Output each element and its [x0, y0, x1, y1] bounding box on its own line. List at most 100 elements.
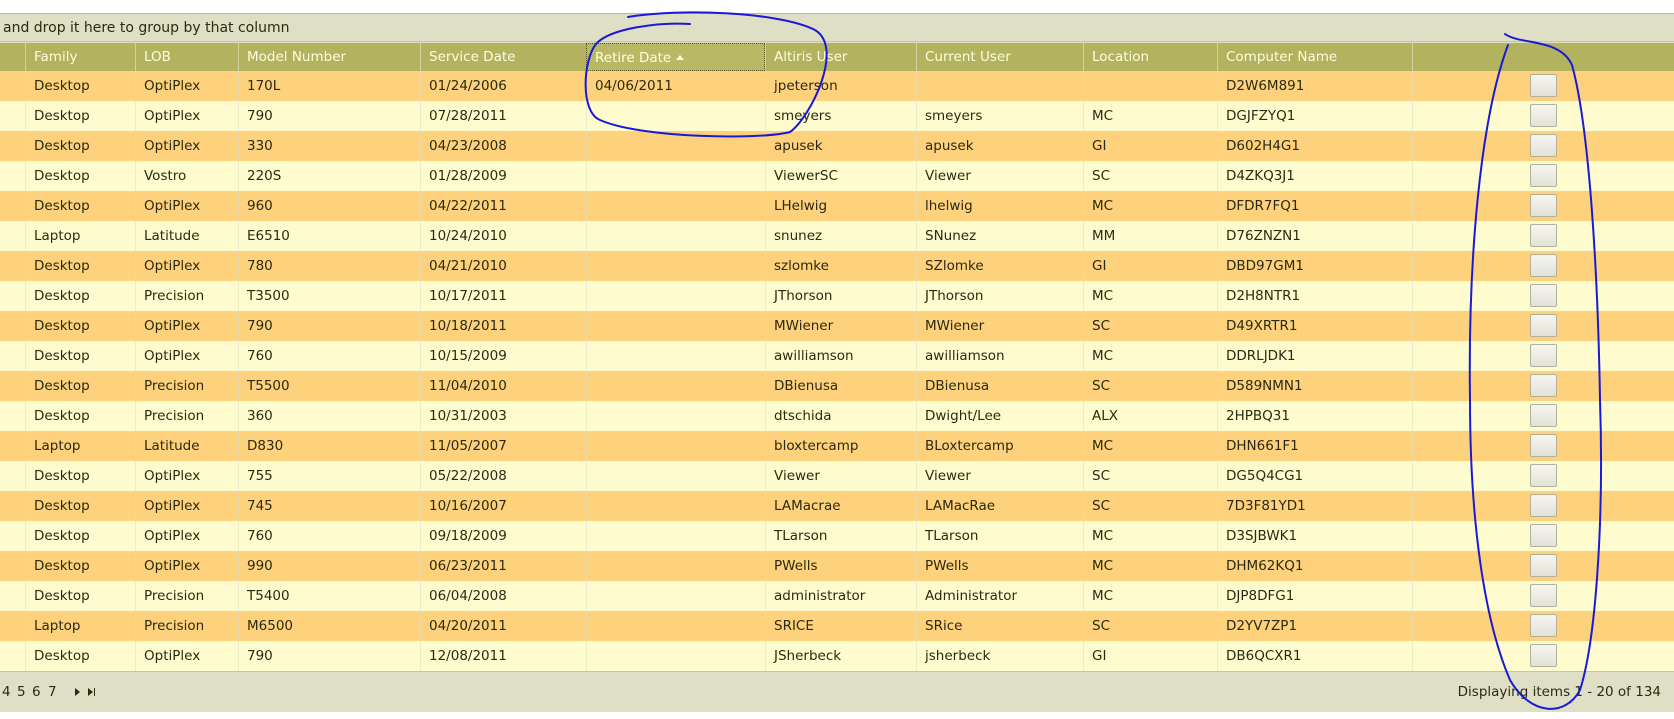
- cell-model-number: 760: [238, 521, 420, 551]
- column-header-service-date[interactable]: Service Date: [420, 43, 586, 71]
- cell-lob: Precision: [135, 581, 238, 611]
- row-select-checkbox[interactable]: [1530, 284, 1557, 307]
- table-row[interactable]: Desktop OptiPlex 760 09/18/2009 TLarson TLars…: [0, 521, 1674, 551]
- column-header-lob[interactable]: LOB: [135, 43, 238, 71]
- row-select-checkbox[interactable]: [1530, 194, 1557, 217]
- cell-altiris-user: bloxtercamp: [765, 431, 916, 461]
- cell-location: SC: [1083, 491, 1217, 521]
- row-select-checkbox[interactable]: [1530, 614, 1557, 637]
- table-row[interactable]: Desktop OptiPlex 960 04/22/2011 LHelwig lhelw…: [0, 191, 1674, 221]
- cell-family: Desktop: [25, 341, 135, 371]
- page-link[interactable]: 7: [48, 672, 57, 712]
- table-row[interactable]: Desktop Precision 360 10/31/2003 dtschida Dwi…: [0, 401, 1674, 431]
- page-link[interactable]: 5: [17, 672, 26, 712]
- cell-service-date: 05/22/2008: [420, 461, 586, 491]
- cell-service-date: 04/21/2010: [420, 251, 586, 281]
- row-select-checkbox[interactable]: [1530, 584, 1557, 607]
- cell-model-number: 990: [238, 551, 420, 581]
- cell-location: SC: [1083, 371, 1217, 401]
- cell-current-user: TLarson: [916, 521, 1083, 551]
- cell-service-date: 10/15/2009: [420, 341, 586, 371]
- table-row[interactable]: Desktop OptiPlex 790 07/28/2011 smeyers smeye…: [0, 101, 1674, 131]
- column-header-family[interactable]: Family: [25, 43, 135, 71]
- cell-service-date: 11/04/2010: [420, 371, 586, 401]
- cell-current-user: BLoxtercamp: [916, 431, 1083, 461]
- group-by-hint: and drop it here to group by that column: [3, 20, 290, 36]
- table-row[interactable]: Desktop OptiPlex 780 04/21/2010 szlomke SZlom…: [0, 251, 1674, 281]
- table-row[interactable]: Laptop Latitude E6510 10/24/2010 snunez SNune…: [0, 221, 1674, 251]
- row-select-checkbox[interactable]: [1530, 644, 1557, 667]
- column-header-retire-date[interactable]: Retire Date: [586, 43, 765, 71]
- cell-computer-name: DFDR7FQ1: [1217, 191, 1412, 221]
- row-select-checkbox[interactable]: [1530, 254, 1557, 277]
- cell-lob: Precision: [135, 281, 238, 311]
- cell-current-user: PWells: [916, 551, 1083, 581]
- next-page-icon[interactable]: [75, 688, 80, 696]
- table-row[interactable]: Desktop OptiPlex 330 04/23/2008 apusek apusek…: [0, 131, 1674, 161]
- table-row[interactable]: Desktop OptiPlex 790 10/18/2011 MWiener MWien…: [0, 311, 1674, 341]
- row-select-checkbox[interactable]: [1530, 134, 1557, 157]
- row-select-checkbox[interactable]: [1530, 374, 1557, 397]
- cell-computer-name: DB6QCXR1: [1217, 641, 1412, 671]
- cell-retire-date: [586, 221, 765, 251]
- table-row[interactable]: Desktop OptiPlex 990 06/23/2011 PWells PWells…: [0, 551, 1674, 581]
- cell-computer-name: DG5Q4CG1: [1217, 461, 1412, 491]
- cell-lob: OptiPlex: [135, 341, 238, 371]
- row-select-checkbox[interactable]: [1530, 314, 1557, 337]
- cell-altiris-user: LHelwig: [765, 191, 916, 221]
- table-row[interactable]: Desktop Precision T5500 11/04/2010 DBienusa D…: [0, 371, 1674, 401]
- table-row[interactable]: Desktop Precision T5400 06/04/2008 administr…: [0, 581, 1674, 611]
- cell-altiris-user: dtschida: [765, 401, 916, 431]
- cell-location: MC: [1083, 551, 1217, 581]
- table-row[interactable]: Desktop OptiPlex 760 10/15/2009 awilliamson a…: [0, 341, 1674, 371]
- cell-family: Desktop: [25, 641, 135, 671]
- cell-computer-name: DJP8DFG1: [1217, 581, 1412, 611]
- column-header-altiris-user[interactable]: Altiris User: [765, 43, 916, 71]
- row-select-checkbox[interactable]: [1530, 554, 1557, 577]
- cell-altiris-user: JThorson: [765, 281, 916, 311]
- cell-altiris-user: SRICE: [765, 611, 916, 641]
- column-header-computer-name[interactable]: Computer Name: [1217, 43, 1412, 71]
- table-row[interactable]: Desktop Precision T3500 10/17/2011 JThorson J…: [0, 281, 1674, 311]
- cell-family: Desktop: [25, 461, 135, 491]
- row-select-checkbox[interactable]: [1530, 224, 1557, 247]
- row-select-checkbox[interactable]: [1530, 404, 1557, 427]
- row-select-checkbox[interactable]: [1530, 104, 1557, 127]
- table-row[interactable]: Laptop Precision M6500 04/20/2011 SRICE SRice…: [0, 611, 1674, 641]
- row-select-checkbox[interactable]: [1530, 344, 1557, 367]
- row-select-checkbox[interactable]: [1530, 524, 1557, 547]
- cell-family: Desktop: [25, 311, 135, 341]
- cell-family: Desktop: [25, 371, 135, 401]
- cell-current-user: [916, 71, 1083, 101]
- table-row[interactable]: Desktop OptiPlex 790 12/08/2011 JSherbeck jsh…: [0, 641, 1674, 671]
- cell-current-user: LAMacRae: [916, 491, 1083, 521]
- cell-current-user: DBienusa: [916, 371, 1083, 401]
- row-select-checkbox[interactable]: [1530, 464, 1557, 487]
- cell-computer-name: DHN661F1: [1217, 431, 1412, 461]
- cell-current-user: awilliamson: [916, 341, 1083, 371]
- table-row[interactable]: Laptop Latitude D830 11/05/2007 bloxtercamp B…: [0, 431, 1674, 461]
- data-grid: and drop it here to group by that column…: [0, 13, 1674, 712]
- row-select-checkbox[interactable]: [1530, 74, 1557, 97]
- cell-retire-date: [586, 401, 765, 431]
- row-select-checkbox[interactable]: [1530, 164, 1557, 187]
- cell-retire-date: [586, 551, 765, 581]
- table-row[interactable]: Desktop OptiPlex 170L 01/24/2006 04/06/2011 j…: [0, 71, 1674, 101]
- column-header-current-user[interactable]: Current User: [916, 43, 1083, 71]
- table-row[interactable]: Desktop OptiPlex 745 10/16/2007 LAMacrae LAMa…: [0, 491, 1674, 521]
- group-by-drop-area[interactable]: and drop it here to group by that column: [0, 14, 1674, 42]
- cell-lob: Precision: [135, 371, 238, 401]
- column-header-location[interactable]: Location: [1083, 43, 1217, 71]
- page-link[interactable]: 6: [32, 672, 41, 712]
- column-header-model-number[interactable]: Model Number: [238, 43, 420, 71]
- cell-retire-date: [586, 611, 765, 641]
- table-row[interactable]: Desktop OptiPlex 755 05/22/2008 Viewer Viewer…: [0, 461, 1674, 491]
- page-link[interactable]: 4: [2, 672, 11, 712]
- cell-altiris-user: LAMacrae: [765, 491, 916, 521]
- cell-location: SC: [1083, 461, 1217, 491]
- row-select-checkbox[interactable]: [1530, 434, 1557, 457]
- cell-service-date: 01/28/2009: [420, 161, 586, 191]
- row-select-checkbox[interactable]: [1530, 494, 1557, 517]
- cell-lob: OptiPlex: [135, 71, 238, 101]
- table-row[interactable]: Desktop Vostro 220S 01/28/2009 ViewerSC Viewe…: [0, 161, 1674, 191]
